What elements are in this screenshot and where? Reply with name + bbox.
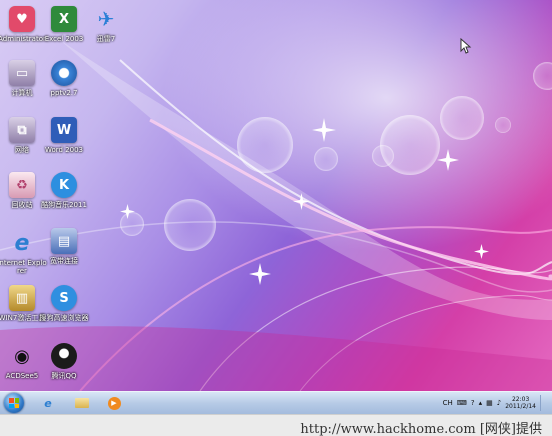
taskbar: e ▶ CH ⌨ ? ▴ ▦ ♪ 22:03 2011/2/14: [0, 391, 552, 414]
kugou-icon: K: [51, 172, 77, 198]
excel-icon: X: [51, 6, 77, 32]
network-icon: ⧉: [9, 117, 35, 143]
desktop-icon-label: 酷狗音乐2011: [41, 201, 87, 209]
keyboard-icon[interactable]: ⌨: [457, 399, 467, 407]
desktop-icon-label: 宽带连接: [50, 257, 78, 265]
clock[interactable]: 22:03 2011/2/14: [505, 396, 536, 410]
recycle-bin-icon: ♻: [9, 172, 35, 198]
taskbar-internet-explorer[interactable]: e: [38, 394, 58, 412]
internet-explorer-icon: e: [44, 396, 52, 410]
clock-time: 22:03: [511, 396, 530, 403]
qq-penguin-icon: [51, 343, 77, 369]
folder-icon: [75, 398, 89, 408]
desktop-icon-label: 腾讯QQ: [51, 372, 77, 380]
desktop-icon-label: pptv2.7: [50, 89, 78, 97]
mouse-cursor-icon: [460, 38, 472, 54]
watermark-text: http://www.hackhome.com [网侠]提供: [300, 422, 542, 436]
start-button[interactable]: [4, 393, 24, 413]
computer-icon: ▭: [9, 60, 35, 86]
show-desktop-button[interactable]: [540, 395, 546, 411]
windows-logo-icon: [9, 398, 19, 408]
network-status-icon[interactable]: ▦: [486, 399, 493, 407]
system-tray: CH ⌨ ? ▴ ▦ ♪ 22:03 2011/2/14: [443, 394, 546, 412]
desktop-icon-qq[interactable]: 腾讯QQ: [38, 343, 90, 380]
tray-arrow-icon[interactable]: ▴: [479, 399, 483, 407]
activation-tool-icon: ▥: [9, 285, 35, 311]
internet-explorer-icon: e: [14, 230, 30, 256]
desktop-icon-sogou-browser[interactable]: S 搜狗高速浏览器: [38, 285, 90, 322]
sogou-browser-icon: S: [51, 285, 77, 311]
broadband-connection-icon: ▤: [51, 228, 77, 254]
help-icon[interactable]: ?: [471, 399, 475, 407]
desktop-icon-word[interactable]: W Word 2003: [38, 117, 90, 154]
word-icon: W: [51, 117, 77, 143]
pptv-icon: [51, 60, 77, 86]
taskbar-file-explorer[interactable]: [72, 394, 92, 412]
volume-icon[interactable]: ♪: [497, 399, 501, 407]
desktop-icon-kugou[interactable]: K 酷狗音乐2011: [38, 172, 90, 209]
user-folder-icon: ♥: [9, 6, 35, 32]
language-indicator[interactable]: CH: [443, 399, 453, 407]
desktop-icon-broadband[interactable]: ▤ 宽带连接: [38, 228, 90, 265]
desktop-icon-label: 搜狗高速浏览器: [39, 314, 89, 322]
acdsee-eye-icon: ◉: [14, 345, 30, 367]
media-player-icon: ▶: [107, 396, 121, 410]
clock-date: 2011/2/14: [505, 403, 536, 410]
screen: ♥ Administrator X Excel 2003 ✈ 迅雷7 ▭ 计算机…: [0, 0, 552, 436]
desktop-icon-pptv[interactable]: pptv2.7: [38, 60, 90, 97]
thunder-bird-icon: ✈: [97, 7, 115, 31]
watermark-bar: http://www.hackhome.com [网侠]提供: [0, 414, 552, 436]
desktop-icon-label: 迅雷7: [96, 35, 116, 43]
taskbar-media-player[interactable]: ▶: [104, 394, 124, 412]
desktop-icon-thunder[interactable]: ✈ 迅雷7: [80, 6, 132, 43]
desktop-icon-label: Word 2003: [44, 146, 84, 154]
